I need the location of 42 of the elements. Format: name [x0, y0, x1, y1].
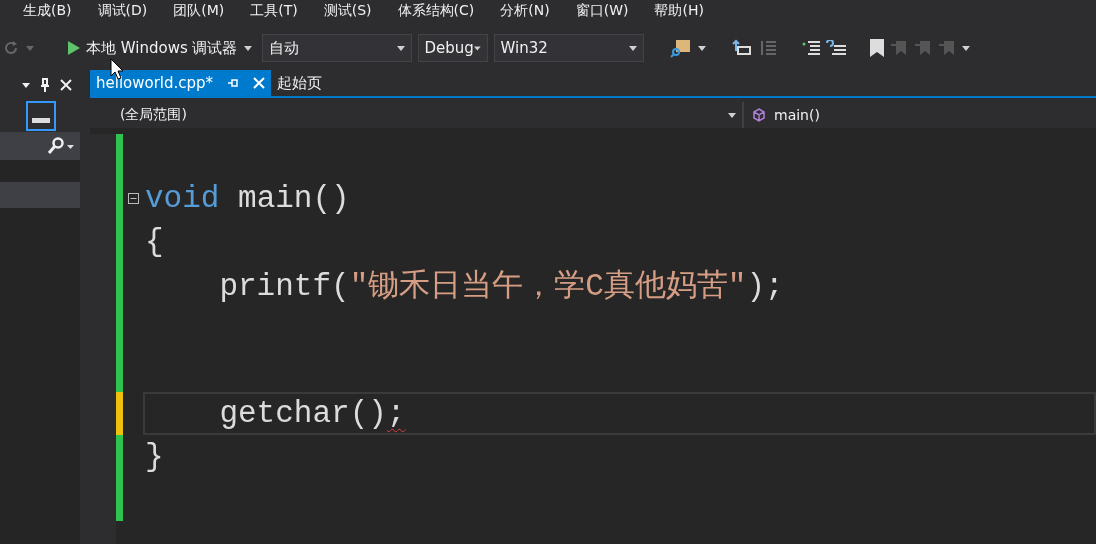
caret-icon: [26, 45, 34, 51]
caret-icon: [628, 45, 637, 51]
menu-item[interactable]: 分析(N): [491, 2, 559, 20]
indent-icon[interactable]: [731, 39, 752, 57]
folder-search-icon[interactable]: [669, 38, 692, 58]
code-line: void main(): [145, 181, 350, 216]
menu-item[interactable]: 工具(T): [241, 2, 307, 20]
member-dropdown[interactable]: main(): [744, 102, 820, 128]
redo-icon[interactable]: [4, 40, 20, 56]
menu-item[interactable]: 窗口(W): [566, 2, 638, 20]
code-line: printf(″锄禾日当午，学C真他妈苦″);: [218, 267, 784, 306]
caret-icon: [396, 45, 405, 51]
menu-item[interactable]: 调试(D): [88, 2, 157, 20]
caret-icon: [961, 45, 970, 51]
menu-item[interactable]: 帮助(H): [645, 2, 713, 20]
collapse-icon[interactable]: [127, 193, 139, 204]
caret-icon: [697, 45, 706, 51]
play-icon: [68, 41, 80, 55]
caret-icon: [473, 45, 481, 51]
caret-icon: [22, 82, 30, 88]
menu-item[interactable]: 团队(M): [164, 2, 234, 20]
cube-icon: [752, 108, 766, 122]
menu-item[interactable]: 体系结构(C): [388, 2, 484, 20]
code-line: }: [145, 439, 164, 474]
start-debugging-button[interactable]: 本地 Windows 调试器: [64, 38, 256, 58]
code-line: {: [145, 224, 164, 259]
menu-item[interactable]: 测试(S): [314, 2, 381, 20]
collapse-all-icon[interactable]: [26, 101, 56, 131]
caret-icon: [243, 45, 252, 51]
configuration-dropdown[interactable]: 自动: [261, 34, 412, 62]
close-icon[interactable]: [60, 79, 72, 91]
configuration-dropdown[interactable]: Win32: [493, 34, 644, 62]
code-line: getchar();: [218, 396, 406, 431]
bookmark-icon[interactable]: [869, 39, 884, 57]
comment-lines-icon[interactable]: [801, 40, 820, 56]
uncomment-lines-icon[interactable]: [825, 40, 846, 56]
search-icon[interactable]: [46, 137, 74, 155]
pin-icon[interactable]: [40, 78, 50, 92]
configuration-dropdown[interactable]: Debug: [417, 34, 488, 62]
caret-icon: [728, 112, 736, 118]
file-tab[interactable]: 起始页: [271, 70, 329, 96]
menu-item[interactable]: 生成(B): [14, 2, 81, 20]
